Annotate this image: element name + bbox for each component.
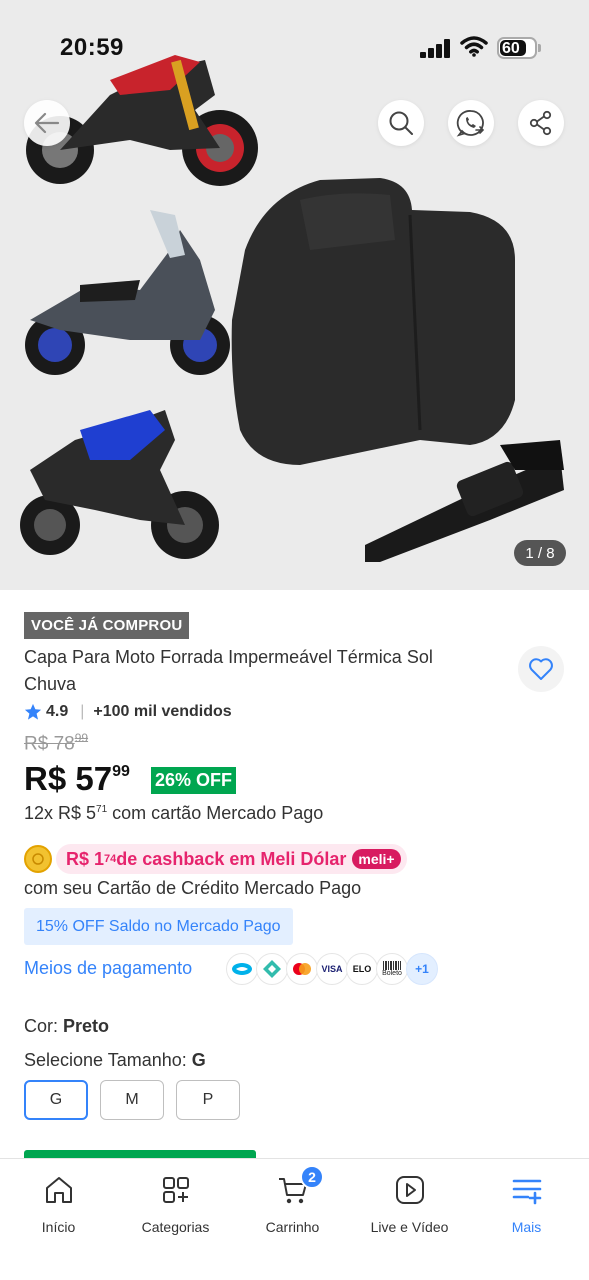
- mercado-pago-icon: [226, 953, 258, 985]
- size-option-p[interactable]: P: [176, 1080, 240, 1120]
- mastercard-icon: [286, 953, 318, 985]
- boleto-icon: Boleto: [376, 953, 408, 985]
- sold-count: +100 mil vendidos: [93, 703, 232, 720]
- menu-plus-icon: [512, 1179, 541, 1205]
- signal-icon: [420, 38, 452, 58]
- size-option-g[interactable]: G: [24, 1080, 88, 1120]
- nav-label-mais: Mais: [511, 1219, 542, 1235]
- meli-dolar-coin-icon: [24, 845, 52, 873]
- payment-methods-link[interactable]: Meios de pagamento: [24, 958, 192, 979]
- play-icon: [395, 1176, 424, 1204]
- nav-item-categorias[interactable]: Categorias: [117, 1169, 234, 1249]
- battery-tip: [538, 44, 541, 52]
- current-price: R$ 5799: [24, 760, 130, 797]
- nav-item-carrinho[interactable]: 2 Carrinho: [234, 1165, 351, 1249]
- rating-row[interactable]: 4.9 | +100 mil vendidos: [24, 700, 232, 724]
- product-image-gallery[interactable]: 20:59 60 1 / 8: [0, 0, 589, 590]
- color-selector: Cor: Preto: [24, 1016, 110, 1036]
- payment-methods-icons[interactable]: VISA ELO Boleto +1: [226, 953, 438, 985]
- home-icon: [45, 1177, 72, 1203]
- nav-label-carrinho: Carrinho: [265, 1219, 320, 1235]
- size-selector-label: Selecione Tamanho: G: [24, 1050, 206, 1070]
- cashback-card-text: com seu Cartão de Crédito Mercado Pago: [24, 878, 362, 898]
- nav-label-live-video: Live e Vídeo: [370, 1219, 449, 1235]
- battery-level: 60: [502, 40, 520, 57]
- visa-icon: VISA: [316, 953, 348, 985]
- status-bar: 20:59 60: [0, 0, 589, 96]
- meli-plus-badge: meli+: [352, 849, 401, 869]
- favorite-button[interactable]: [518, 646, 564, 692]
- scooter-image: [25, 210, 230, 375]
- whatsapp-share-button[interactable]: [448, 100, 494, 146]
- nav-item-mais[interactable]: Mais: [468, 1169, 585, 1249]
- battery-icon: 60: [497, 37, 537, 59]
- bottom-navigation: Início Categorias 2 Carrinho Live e Víde…: [0, 1158, 589, 1280]
- nav-item-live-video[interactable]: Live e Vídeo: [351, 1169, 468, 1249]
- nav-label-categorias: Categorias: [141, 1219, 210, 1235]
- whatsapp-icon: [456, 110, 485, 137]
- motorcycle-cover-image: [231, 178, 515, 465]
- search-icon: [389, 111, 413, 135]
- cashback-pill: R$ 1 74 de cashback em Meli Dólar meli+: [56, 844, 407, 874]
- share-button[interactable]: [518, 100, 564, 146]
- blue-motorcycle-image: [20, 410, 219, 559]
- rating-separator: |: [80, 703, 85, 720]
- heart-icon: [529, 658, 553, 680]
- share-icon: [529, 110, 552, 136]
- product-title: Capa Para Moto Forrada Impermeável Térmi…: [24, 647, 433, 694]
- saldo-promo-pill: 15% OFF Saldo no Mercado Pago: [24, 908, 293, 945]
- installments-text: 12x R$ 571 com cartão Mercado Pago: [24, 803, 324, 823]
- back-button[interactable]: [24, 100, 70, 146]
- nav-item-inicio[interactable]: Início: [0, 1169, 117, 1249]
- wifi-icon: [460, 36, 488, 57]
- status-time: 20:59: [60, 34, 124, 61]
- cart-count-badge: 2: [300, 1165, 324, 1189]
- more-payment-methods: +1: [406, 953, 438, 985]
- elo-icon: ELO: [346, 953, 378, 985]
- size-option-m[interactable]: M: [100, 1080, 164, 1120]
- nav-label-inicio: Início: [41, 1219, 76, 1235]
- categories-icon: [162, 1177, 189, 1203]
- old-price: R$ 7899: [24, 731, 89, 755]
- search-button[interactable]: [378, 100, 424, 146]
- boleto-label: Boleto: [382, 970, 402, 977]
- rating-value: 4.9: [46, 703, 69, 720]
- already-bought-tag: VOCÊ JÁ COMPROU: [24, 612, 190, 639]
- pix-icon: [256, 953, 288, 985]
- arrow-left-icon: [34, 112, 60, 134]
- image-counter: 1 / 8: [514, 540, 566, 566]
- discount-badge: 26% OFF: [151, 767, 237, 794]
- star-icon: [24, 703, 42, 720]
